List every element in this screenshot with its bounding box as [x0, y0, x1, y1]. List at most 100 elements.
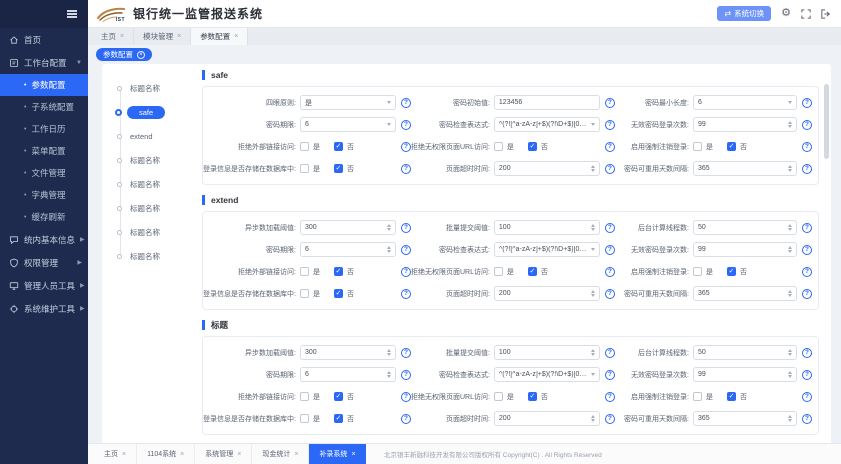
- checkbox-no[interactable]: ✓: [727, 267, 736, 276]
- help-icon[interactable]: ?: [401, 98, 411, 108]
- system-switch-button[interactable]: ⇄ 系统切换: [717, 6, 771, 21]
- checkbox-yes[interactable]: [693, 142, 702, 151]
- number-stepper[interactable]: 6: [300, 242, 396, 257]
- top-tab[interactable]: 主页×: [92, 28, 134, 45]
- number-stepper[interactable]: 300: [300, 220, 396, 235]
- step-item[interactable]: 标题名称: [102, 196, 188, 220]
- checkbox-yes[interactable]: [300, 142, 309, 151]
- pill-close-icon[interactable]: ×: [137, 51, 145, 59]
- tab-close-icon[interactable]: ×: [294, 451, 298, 458]
- help-icon[interactable]: ?: [802, 164, 812, 174]
- help-icon[interactable]: ?: [401, 142, 411, 152]
- sidebar-subitem[interactable]: •文件管理: [0, 162, 88, 184]
- select-input[interactable]: 6: [300, 117, 396, 132]
- stepper-down-icon[interactable]: [387, 375, 391, 378]
- help-icon[interactable]: ?: [401, 289, 411, 299]
- sidebar-item[interactable]: 系统维护工具▶: [0, 297, 88, 320]
- help-icon[interactable]: ?: [802, 414, 812, 424]
- checkbox-no[interactable]: ✓: [727, 142, 736, 151]
- stepper-up-icon[interactable]: [387, 371, 391, 374]
- sidebar-subitem[interactable]: •工作日历: [0, 118, 88, 140]
- help-icon[interactable]: ?: [605, 245, 615, 255]
- checkbox-no[interactable]: ✓: [334, 164, 343, 173]
- stepper-down-icon[interactable]: [788, 250, 792, 253]
- stepper-up-icon[interactable]: [387, 246, 391, 249]
- help-icon[interactable]: ?: [605, 164, 615, 174]
- stepper-up-icon[interactable]: [788, 246, 792, 249]
- checkbox-no[interactable]: ✓: [334, 142, 343, 151]
- fullscreen-icon[interactable]: [801, 9, 811, 19]
- menu-collapse-icon[interactable]: [67, 13, 77, 15]
- sidebar-subitem[interactable]: •参数配置: [0, 74, 88, 96]
- step-item[interactable]: safe: [102, 100, 188, 124]
- stepper-down-icon[interactable]: [788, 375, 792, 378]
- help-icon[interactable]: ?: [802, 120, 812, 130]
- bottom-tab[interactable]: 现金统计×: [252, 444, 309, 464]
- sidebar-item[interactable]: 管理人员工具▶: [0, 274, 88, 297]
- scrollbar-thumb[interactable]: [824, 84, 829, 159]
- help-icon[interactable]: ?: [605, 414, 615, 424]
- number-stepper[interactable]: 50: [693, 345, 797, 360]
- tab-close-icon[interactable]: ×: [237, 451, 241, 458]
- number-stepper[interactable]: 200: [494, 161, 600, 176]
- checkbox-yes[interactable]: [300, 414, 309, 423]
- top-tab[interactable]: 模块管理×: [134, 28, 191, 45]
- stepper-up-icon[interactable]: [591, 415, 595, 418]
- stepper-up-icon[interactable]: [788, 224, 792, 227]
- tab-close-icon[interactable]: ×: [180, 451, 184, 458]
- stepper-up-icon[interactable]: [591, 290, 595, 293]
- stepper-up-icon[interactable]: [788, 290, 792, 293]
- bottom-tab[interactable]: 主页×: [94, 444, 137, 464]
- logout-icon[interactable]: [821, 9, 831, 19]
- checkbox-yes[interactable]: [300, 267, 309, 276]
- tab-close-icon[interactable]: ×: [234, 33, 238, 40]
- select-input[interactable]: ^(?![^a-zA-z]+$)(?!\D+$)[0-9A-Z...: [494, 242, 600, 257]
- checkbox-no[interactable]: ✓: [528, 142, 537, 151]
- stepper-down-icon[interactable]: [591, 353, 595, 356]
- number-stepper[interactable]: 99: [693, 117, 797, 132]
- help-icon[interactable]: ?: [401, 245, 411, 255]
- step-item[interactable]: 标题名称: [102, 220, 188, 244]
- sidebar-item[interactable]: 统内基本信息▶: [0, 228, 88, 251]
- checkbox-yes[interactable]: [300, 392, 309, 401]
- help-icon[interactable]: ?: [605, 289, 615, 299]
- stepper-up-icon[interactable]: [387, 224, 391, 227]
- top-tab[interactable]: 参数配置×: [191, 28, 248, 45]
- sidebar-item[interactable]: 首页: [0, 28, 88, 51]
- number-stepper[interactable]: 100: [494, 220, 600, 235]
- stepper-down-icon[interactable]: [788, 228, 792, 231]
- number-stepper[interactable]: 99: [693, 367, 797, 382]
- stepper-up-icon[interactable]: [788, 415, 792, 418]
- stepper-down-icon[interactable]: [788, 169, 792, 172]
- stepper-down-icon[interactable]: [788, 353, 792, 356]
- checkbox-no[interactable]: ✓: [528, 267, 537, 276]
- checkbox-yes[interactable]: [494, 267, 503, 276]
- number-stepper[interactable]: 100: [494, 345, 600, 360]
- help-icon[interactable]: ?: [401, 370, 411, 380]
- help-icon[interactable]: ?: [802, 98, 812, 108]
- stepper-down-icon[interactable]: [788, 125, 792, 128]
- help-icon[interactable]: ?: [401, 164, 411, 174]
- stepper-up-icon[interactable]: [591, 349, 595, 352]
- stepper-down-icon[interactable]: [591, 228, 595, 231]
- checkbox-no[interactable]: ✓: [334, 267, 343, 276]
- stepper-down-icon[interactable]: [591, 169, 595, 172]
- help-icon[interactable]: ?: [605, 142, 615, 152]
- stepper-down-icon[interactable]: [788, 419, 792, 422]
- checkbox-yes[interactable]: [693, 267, 702, 276]
- stepper-up-icon[interactable]: [788, 165, 792, 168]
- sidebar-subitem[interactable]: •缓存刷新: [0, 206, 88, 228]
- text-input[interactable]: 123456: [494, 95, 600, 110]
- tab-close-icon[interactable]: ×: [122, 451, 126, 458]
- stepper-up-icon[interactable]: [788, 121, 792, 124]
- checkbox-no[interactable]: ✓: [528, 392, 537, 401]
- help-icon[interactable]: ?: [401, 267, 411, 277]
- sidebar-subitem[interactable]: •子系统配置: [0, 96, 88, 118]
- bottom-tab[interactable]: 补录系统×: [309, 444, 365, 464]
- stepper-up-icon[interactable]: [387, 349, 391, 352]
- tab-close-icon[interactable]: ×: [177, 33, 181, 40]
- stepper-up-icon[interactable]: [788, 371, 792, 374]
- help-icon[interactable]: ?: [802, 392, 812, 402]
- tab-close-icon[interactable]: ×: [351, 451, 355, 458]
- help-icon[interactable]: ?: [802, 289, 812, 299]
